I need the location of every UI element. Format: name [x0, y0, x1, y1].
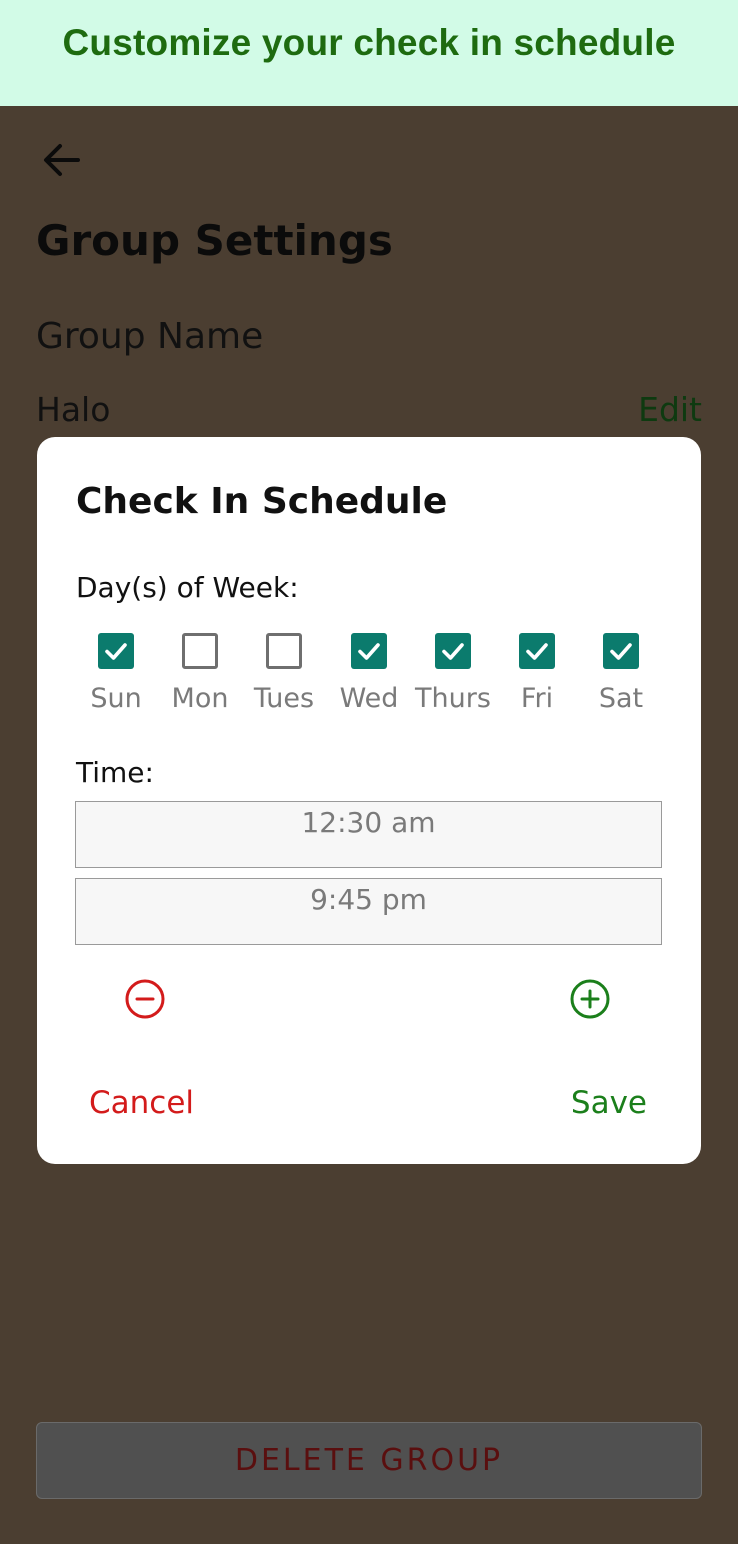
day-checkbox[interactable] [519, 633, 555, 669]
time-value: 12:30 am [301, 806, 436, 839]
day-wed[interactable]: Wed [327, 633, 411, 733]
delete-group-button[interactable]: DELETE GROUP [36, 1422, 702, 1499]
checkmark-icon [526, 643, 548, 660]
checkmark-icon [358, 643, 380, 660]
arrow-left-icon [44, 144, 80, 176]
day-label: Thurs [415, 683, 491, 714]
plus-circle-icon [570, 979, 610, 1019]
dialog-title: Check In Schedule [76, 481, 448, 522]
checkmark-icon [442, 643, 464, 660]
day-label: Tues [253, 683, 315, 714]
day-sat[interactable]: Sat [579, 633, 663, 733]
day-checkbox[interactable] [351, 633, 387, 669]
day-checkbox[interactable] [182, 633, 218, 669]
check-in-schedule-dialog: Check In Schedule Day(s) of Week: Sun Mo… [37, 437, 701, 1164]
group-name-label: Group Name [36, 316, 264, 357]
delete-group-label: DELETE GROUP [234, 1443, 504, 1478]
days-row: Sun Mon Tues Wed Thurs Fri Sat [74, 633, 680, 733]
group-name-value: Halo [36, 390, 111, 429]
days-of-week-label: Day(s) of Week: [76, 571, 299, 604]
cancel-button[interactable]: Cancel [89, 1085, 194, 1121]
day-sun[interactable]: Sun [74, 633, 158, 733]
time-label: Time: [76, 756, 154, 789]
day-checkbox[interactable] [603, 633, 639, 669]
time-value: 9:45 pm [310, 883, 427, 916]
day-thurs[interactable]: Thurs [411, 633, 495, 733]
remove-time-button[interactable] [123, 977, 167, 1021]
back-button[interactable] [38, 140, 86, 180]
day-checkbox[interactable] [266, 633, 302, 669]
save-button[interactable]: Save [571, 1085, 647, 1121]
minus-circle-icon [125, 979, 165, 1019]
day-label: Sun [90, 683, 142, 714]
day-label: Wed [339, 683, 399, 714]
banner: Customize your check in schedule [0, 0, 738, 106]
checkmark-icon [610, 643, 632, 660]
day-checkbox[interactable] [98, 633, 134, 669]
page-title: Group Settings [36, 216, 393, 265]
edit-group-name-link[interactable]: Edit [638, 390, 702, 429]
day-mon[interactable]: Mon [158, 633, 242, 733]
day-label: Sat [598, 683, 644, 714]
day-tues[interactable]: Tues [242, 633, 326, 733]
day-label: Fri [520, 683, 554, 714]
day-label: Mon [171, 683, 229, 714]
checkmark-icon [105, 643, 127, 660]
banner-text: Customize your check in schedule [62, 22, 676, 63]
day-fri[interactable]: Fri [495, 633, 579, 733]
day-checkbox[interactable] [435, 633, 471, 669]
time-field[interactable]: 9:45 pm [75, 878, 662, 945]
add-time-button[interactable] [568, 977, 612, 1021]
time-field[interactable]: 12:30 am [75, 801, 662, 868]
